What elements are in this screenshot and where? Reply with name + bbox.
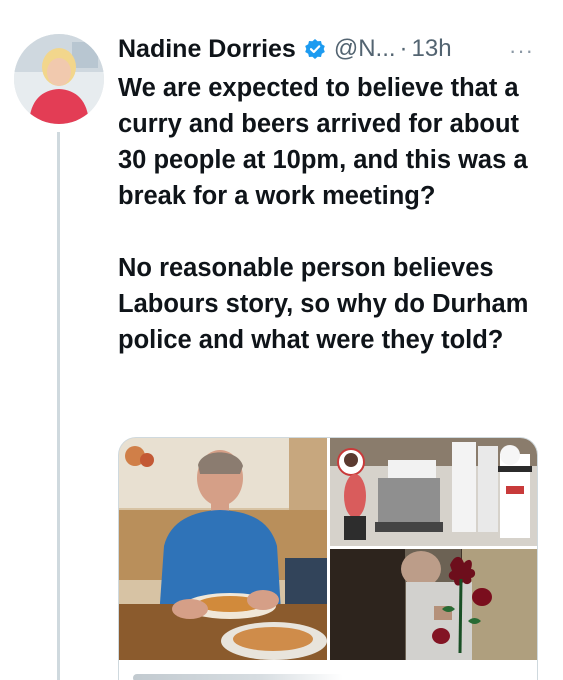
thread-connector-line [57,132,60,680]
media-caption-fade [133,674,343,680]
tweet-paragraph: No reasonable person believes Labours st… [118,254,529,354]
media-photo-man-with-roses[interactable] [330,549,537,660]
media-photo-restaurant-kitchen[interactable] [330,438,537,546]
tweet-header: Nadine Dorries @N... · 13h ··· [118,34,548,64]
author-avatar[interactable] [14,34,104,124]
media-caption-strip[interactable] [119,660,537,680]
media-photo-man-eating[interactable] [119,438,327,660]
author-handle[interactable]: @N... [334,35,396,63]
tweet-body: We are expected to believe that a curry … [118,70,548,358]
media-grid[interactable] [118,437,538,680]
tweet-paragraph: We are expected to believe that a curry … [118,74,528,210]
verified-badge-icon [304,38,326,60]
author-name[interactable]: Nadine Dorries [118,35,296,64]
tweet-timestamp[interactable]: 13h [412,35,452,63]
header-separator: · [399,35,408,62]
more-options-icon[interactable]: ··· [509,38,534,64]
